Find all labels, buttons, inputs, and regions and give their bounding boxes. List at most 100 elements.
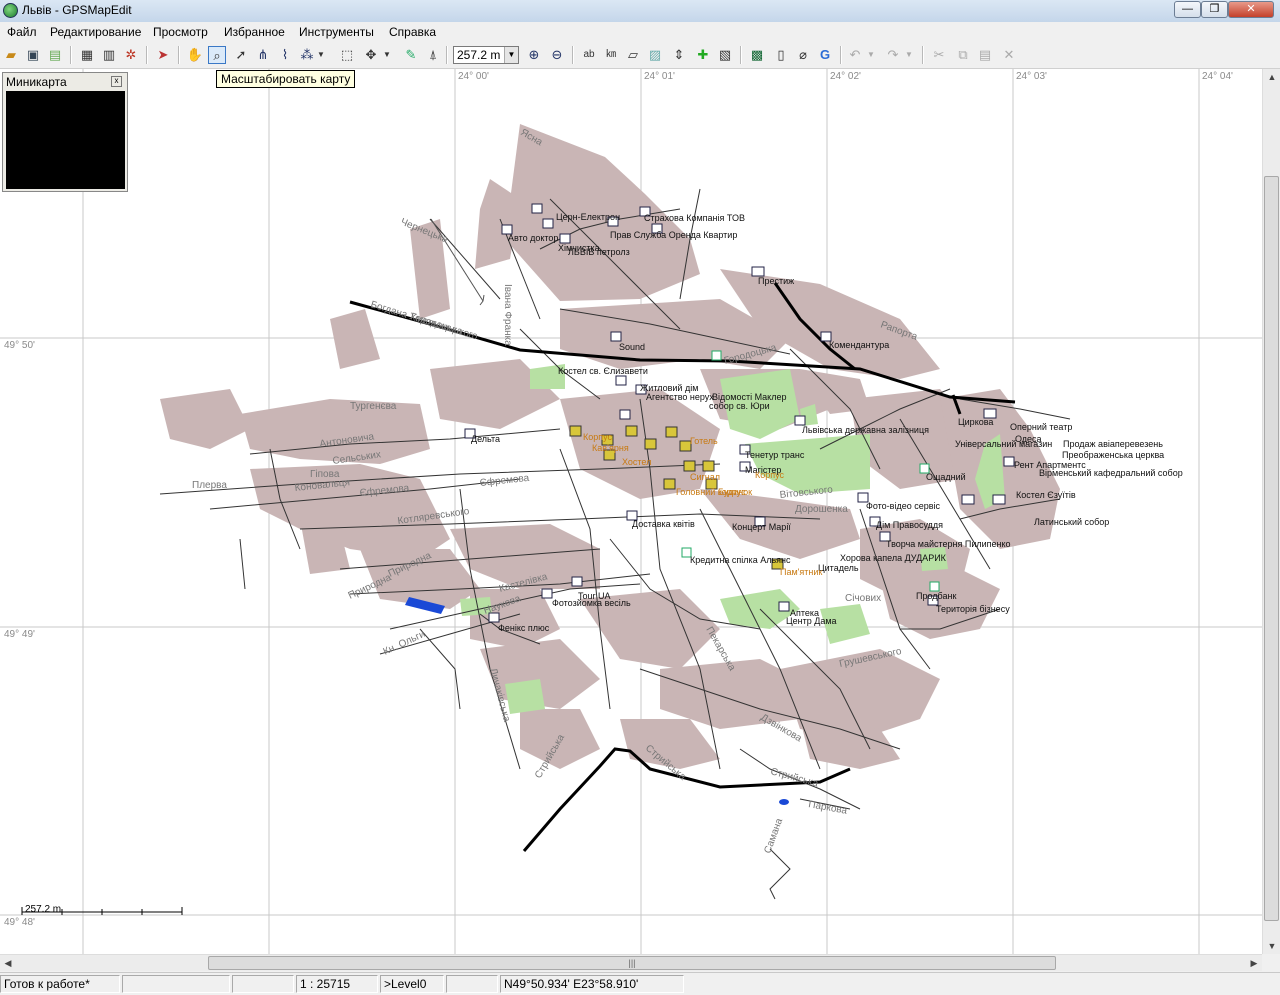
edit-nodes-icon[interactable]: ⋔	[254, 46, 272, 64]
scale-select[interactable]: 257.2 m ▼	[453, 46, 519, 64]
polygons-icon[interactable]: ▱	[624, 46, 642, 64]
move-icon[interactable]: ✥	[362, 46, 380, 64]
create-polyline-icon[interactable]: ⌇	[276, 46, 294, 64]
map-svg[interactable]: Чернецька Ясна Богдана Хмельницького Гор…	[0, 69, 1262, 954]
gps-track-icon[interactable]: ➤	[154, 46, 172, 64]
menu-bar: Файл Редактирование Просмотр Избранное И…	[0, 22, 1280, 42]
menu-help[interactable]: Справка	[389, 25, 436, 39]
menu-file[interactable]: Файл	[7, 25, 37, 39]
close-icon[interactable]: x	[111, 76, 122, 87]
raster-icon[interactable]: ▩	[748, 46, 766, 64]
zoom-out-icon[interactable]: ⊖	[548, 46, 566, 64]
chevron-down-icon[interactable]: ▼	[504, 47, 518, 63]
longitude-label: 24° 04'	[1202, 71, 1233, 82]
map-properties-icon[interactable]: ▥	[100, 46, 118, 64]
save-icon[interactable]: ▣	[24, 46, 42, 64]
hatched-fill-icon[interactable]: ▨	[646, 46, 664, 64]
scroll-left-icon[interactable]: ◀	[0, 955, 16, 971]
delete-icon[interactable]: ✕	[1000, 46, 1018, 64]
minimap-view[interactable]	[6, 91, 125, 189]
poi-label: Дім Правосуддя	[876, 520, 943, 530]
cut-icon[interactable]: ✂	[930, 46, 948, 64]
poi-label: Дельта	[471, 434, 500, 444]
horizontal-scroll-thumb[interactable]: |||	[208, 956, 1056, 970]
street-label: Січових	[845, 593, 881, 604]
maximize-button[interactable]: ❐	[1201, 1, 1228, 18]
google-icon[interactable]: G	[816, 46, 834, 64]
poi-bank-icon	[711, 350, 722, 361]
zoom-tool-icon[interactable]: ⌕	[208, 46, 226, 64]
paste-icon[interactable]: ▤	[976, 46, 994, 64]
open-folder-icon[interactable]: ▰	[2, 46, 20, 64]
poi-label: Концерт Марії	[732, 522, 791, 532]
pan-hand-icon[interactable]: ✋	[186, 46, 204, 64]
poi-monument-icon	[625, 425, 638, 437]
poi-label: Продбанк	[916, 591, 956, 601]
poi-label: Корпус	[583, 432, 613, 442]
street-label: Плерва	[192, 480, 227, 491]
dropdown-arrow-icon[interactable]: ▼	[904, 46, 914, 64]
attach-icon[interactable]: ⌀	[794, 46, 812, 64]
poi-label: Авто доктор	[508, 233, 558, 243]
poi-label: Фото-відео сервіс	[866, 501, 941, 511]
status-empty	[122, 975, 230, 993]
undo-icon[interactable]: ↶	[846, 46, 864, 64]
redo-icon[interactable]: ↷	[884, 46, 902, 64]
poi-label: Корпус	[755, 470, 785, 480]
poi-label: Ощадний	[926, 472, 966, 482]
menu-tools[interactable]: Инструменты	[299, 25, 374, 39]
minimize-button[interactable]: —	[1174, 1, 1201, 18]
menu-edit[interactable]: Редактирование	[50, 25, 141, 39]
node-icon[interactable]: ⇕	[670, 46, 688, 64]
vertical-scroll-thumb[interactable]	[1264, 176, 1279, 921]
copy-icon[interactable]: ⧉	[954, 46, 972, 64]
tooltip: Масштабировать карту	[216, 70, 356, 88]
open-map-icon[interactable]: ▤	[46, 46, 64, 64]
transform-icon[interactable]: ✲	[122, 46, 140, 64]
poi-label: Комендантура	[829, 340, 889, 350]
dropdown-arrow-icon[interactable]: ▼	[866, 46, 876, 64]
blank-page-icon[interactable]: ▯	[772, 46, 790, 64]
add-waypoint-icon[interactable]: ✚	[694, 46, 712, 64]
measure-icon[interactable]: ⍋	[424, 46, 442, 64]
status-level: >Level0	[380, 975, 444, 993]
poi-bed-icon	[961, 494, 975, 505]
status-ready: Готов к работе*	[0, 975, 120, 993]
poi-monument-icon	[702, 460, 715, 472]
layers-icon[interactable]: ▧	[716, 46, 734, 64]
zoom-in-icon[interactable]: ⊕	[525, 46, 543, 64]
select-arrow-icon[interactable]: ➚	[232, 46, 250, 64]
dropdown-arrow-icon[interactable]: ▼	[382, 46, 392, 64]
scroll-down-icon[interactable]: ▼	[1264, 938, 1280, 954]
toolbar-separator	[740, 46, 742, 64]
scroll-right-icon[interactable]: ▶	[1246, 955, 1262, 971]
toolbar-separator	[178, 46, 180, 64]
poi-label: Церн-Електрон	[556, 212, 620, 222]
street-label: Паркова	[807, 799, 848, 817]
map-canvas[interactable]: Чернецька Ясна Богдана Хмельницького Гор…	[0, 69, 1262, 954]
poi-label: Цитадель	[818, 563, 859, 573]
horizontal-scrollbar[interactable]: ◀ ||| ▶	[0, 954, 1262, 971]
properties-icon[interactable]: ▦	[78, 46, 96, 64]
grid-km-icon[interactable]: ㎞	[602, 46, 620, 64]
poi-monument-icon	[665, 426, 678, 438]
poi-shop-icon	[615, 375, 627, 386]
add-point-icon[interactable]: ✎	[402, 46, 420, 64]
select-area-icon[interactable]: ⬚	[338, 46, 356, 64]
street-label: Дорошенка	[795, 504, 848, 515]
status-empty	[446, 975, 498, 993]
poi-monument-icon	[683, 460, 696, 472]
close-button[interactable]: ✕	[1228, 1, 1274, 18]
minimap-panel[interactable]: Миникарта x	[2, 72, 128, 192]
poi-monument-icon	[644, 438, 657, 450]
street-label: Єфремова	[479, 472, 530, 489]
menu-view[interactable]: Просмотр	[153, 25, 208, 39]
menu-favorites[interactable]: Избранное	[224, 25, 285, 39]
dropdown-arrow-icon[interactable]: ▼	[316, 46, 326, 64]
poi-label: Кав’ярня	[592, 443, 629, 453]
labels-icon[interactable]: ab	[580, 46, 598, 64]
magic-wand-icon[interactable]: ⁂	[298, 46, 316, 64]
vertical-scrollbar[interactable]: ▲ ▼	[1262, 69, 1280, 954]
poi-label: Продаж авіаперевезень	[1063, 439, 1163, 449]
scroll-up-icon[interactable]: ▲	[1264, 69, 1280, 85]
